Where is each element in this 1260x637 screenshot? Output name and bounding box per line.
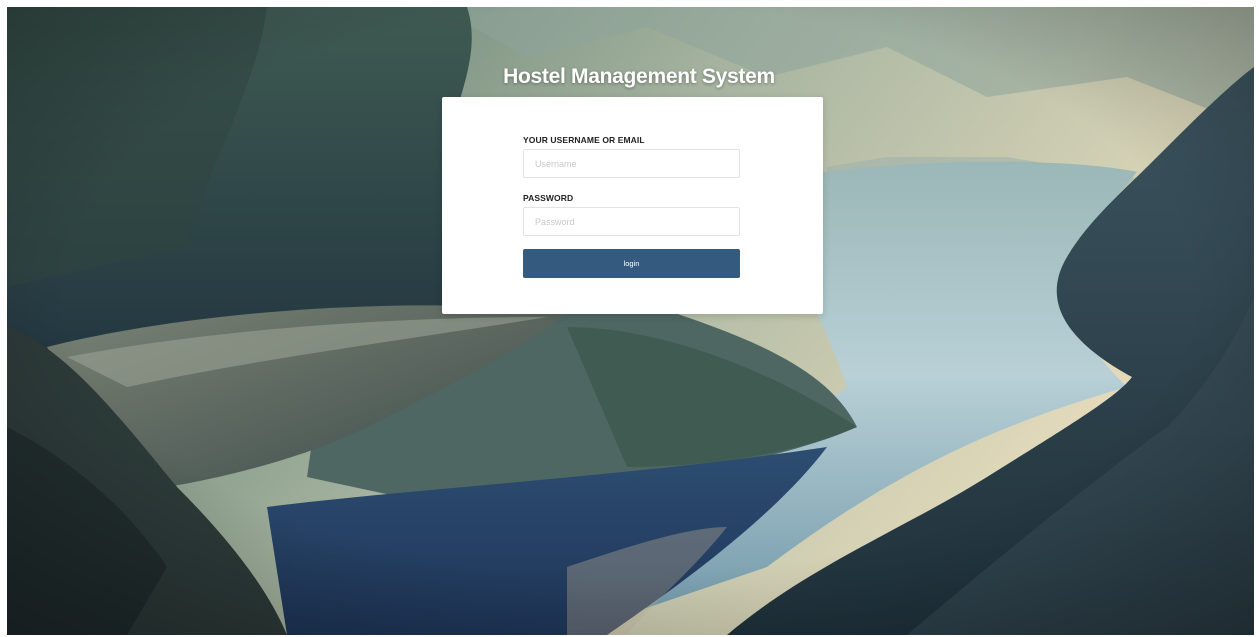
password-label: PASSWORD [523, 193, 574, 203]
username-label: YOUR USERNAME OR EMAIL [523, 135, 645, 145]
password-input[interactable] [523, 207, 740, 236]
page-title: Hostel Management System [503, 65, 775, 88]
login-button[interactable]: login [523, 249, 740, 278]
login-form: YOUR USERNAME OR EMAIL PASSWORD login [442, 97, 823, 314]
username-input[interactable] [523, 149, 740, 178]
login-page: Hostel Management System YOUR USERNAME O… [7, 7, 1254, 635]
